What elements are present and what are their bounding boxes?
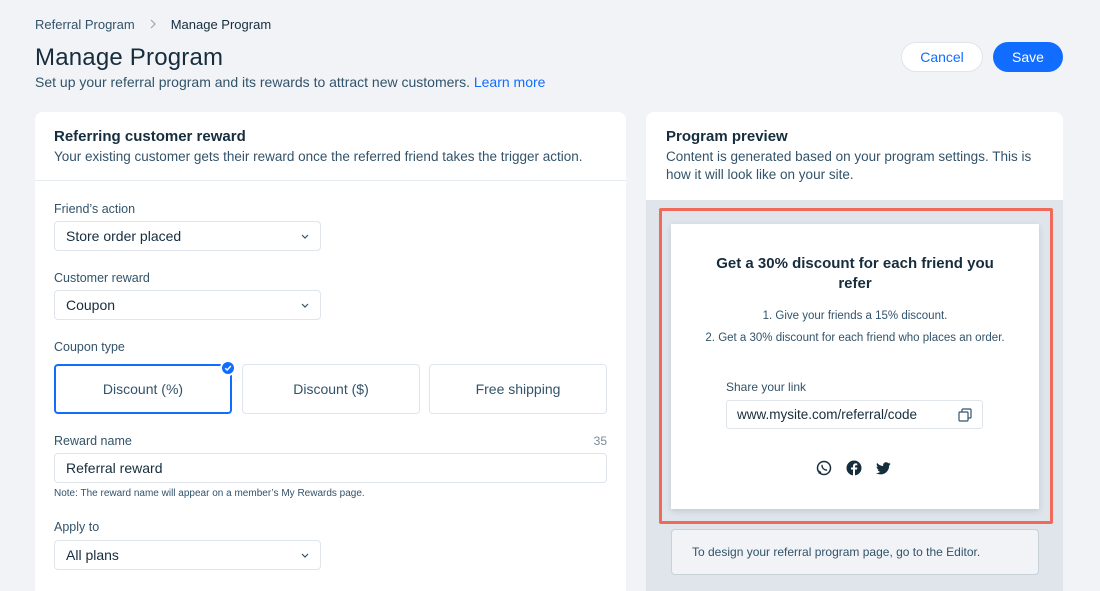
card-description: Content is generated based on your progr… [666,149,1032,182]
reward-name-note: Note: The reward name will appear on a m… [54,488,365,499]
breadcrumb: Referral Program Manage Program [35,17,271,32]
friends-action-value: Store order placed [66,228,182,244]
customer-reward-value: Coupon [66,297,116,313]
apply-to-value: All plans [66,547,119,563]
coupon-option-label: Free shipping [475,381,561,397]
char-count: 35 [593,434,607,448]
card-title: Referring customer reward [54,128,246,145]
program-preview-card: Program preview Content is generated bas… [646,112,1063,591]
twitter-icon [876,462,891,475]
card-title: Program preview [666,128,788,145]
copy-icon [958,408,972,422]
save-button[interactable]: Save [993,42,1063,72]
reward-name-input[interactable]: Referral reward [54,453,607,483]
card-header: Referring customer reward Your existing … [35,112,626,181]
chevron-down-icon [301,553,309,558]
card-description: Your existing customer gets their reward… [54,149,583,164]
referring-reward-card: Referring customer reward Your existing … [35,112,626,591]
customer-reward-label: Customer reward [54,271,150,285]
friends-action-label: Friend’s action [54,202,136,216]
breadcrumb-current: Manage Program [170,17,272,32]
customer-reward-select[interactable]: Coupon [54,290,321,320]
preview-widget: Get a 30% discount for each friend you r… [671,224,1039,509]
coupon-option-label: Discount (%) [102,381,184,397]
preview-headline: Get a 30% discount for each friend you r… [716,255,994,292]
share-link-value: www.mysite.com/referral/code [737,407,918,422]
check-icon [220,360,236,376]
facebook-icon [846,460,862,476]
chevron-down-icon [301,303,309,308]
apply-to-label: Apply to [54,520,100,534]
cancel-button[interactable]: Cancel [901,42,983,72]
chevron-down-icon [301,234,309,239]
card-header: Program preview Content is generated bas… [646,112,1063,200]
reward-name-label: Reward name [54,434,132,448]
coupon-type-label: Coupon type [54,340,125,354]
apply-to-select[interactable]: All plans [54,540,321,570]
share-link-label: Share your link [726,380,807,394]
learn-more-link[interactable]: Learn more [474,74,546,90]
coupon-type-fixed[interactable]: Discount ($) [242,364,420,414]
coupon-option-label: Discount ($) [293,381,369,397]
coupon-type-free-shipping[interactable]: Free shipping [429,364,607,414]
breadcrumb-referral-program[interactable]: Referral Program [35,17,135,32]
whatsapp-icon [816,460,832,476]
editor-note: To design your referral program page, go… [671,529,1039,575]
friends-action-select[interactable]: Store order placed [54,221,321,251]
reward-name-value: Referral reward [66,460,163,476]
preview-area: Get a 30% discount for each friend you r… [646,200,1063,591]
page-title: Manage Program [35,44,224,71]
chevron-right-icon [149,17,157,32]
share-link-field: www.mysite.com/referral/code [726,400,983,429]
subtitle-text: Set up your referral program and its rew… [35,74,470,90]
preview-step-1: 1. Give your friends a 15% discount. [762,310,948,322]
page-subtitle: Set up your referral program and its rew… [35,74,545,90]
coupon-type-percent[interactable]: Discount (%) [54,360,236,414]
preview-step-2: 2. Get a 30% discount for each friend wh… [705,332,1005,344]
